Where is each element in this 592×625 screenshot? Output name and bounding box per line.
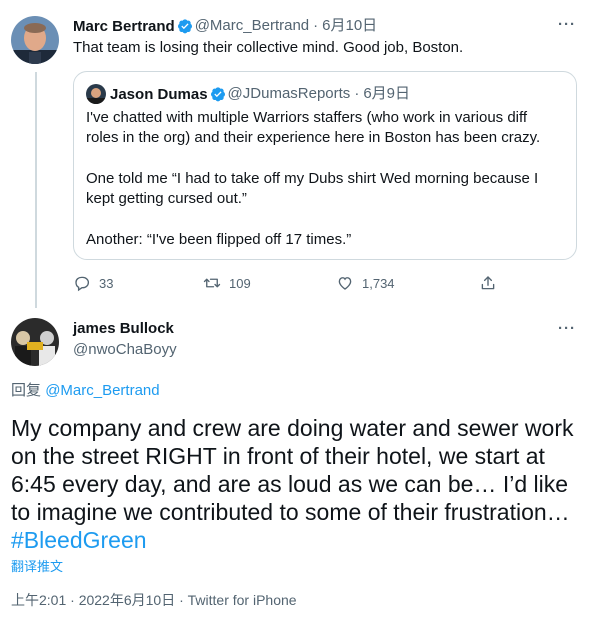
quote-date[interactable]: 6月9日 <box>363 84 410 104</box>
share-button[interactable] <box>479 274 497 292</box>
author-handle[interactable]: @Marc_Bertrand <box>195 16 309 36</box>
jason-dumas-avatar[interactable] <box>86 84 106 104</box>
reply-icon <box>75 276 90 292</box>
verified-badge-icon <box>210 86 226 102</box>
thread-connector-line <box>35 72 37 308</box>
reply-count: 33 <box>99 275 114 291</box>
tweet-date[interactable]: 6月10日 <box>322 16 377 36</box>
verified-badge-icon <box>177 18 193 34</box>
retweet-button[interactable]: 109 <box>203 274 251 292</box>
like-count: 1,734 <box>362 275 395 291</box>
translate-tweet-link[interactable]: 翻译推文 <box>11 556 63 575</box>
separator: · <box>313 17 319 34</box>
reply-context: 回复 @Marc_Bertrand <box>11 381 160 401</box>
more-icon[interactable]: ··· <box>558 16 576 33</box>
author-handle[interactable]: @nwoChaBoyy <box>73 340 177 360</box>
tweet2-text: My company and crew are doing water and … <box>11 414 583 554</box>
tweet1-text: That team is losing their collective min… <box>73 39 464 56</box>
more-icon[interactable]: ··· <box>558 320 576 337</box>
tweet-timestamp[interactable]: 上午2:01 · 2022年6月10日 · Twitter for iPhone <box>11 590 297 610</box>
retweet-count: 109 <box>229 275 251 291</box>
quote-paragraph-2: One told me “I had to take off my Dubs s… <box>86 170 539 207</box>
quote-paragraph-1: I've chatted with multiple Warriors staf… <box>86 109 541 146</box>
reply-prefix: 回复 <box>11 382 42 399</box>
separator: · <box>354 85 360 102</box>
like-button[interactable]: 1,734 <box>336 274 395 292</box>
tweet1-header: Marc Bertrand @Marc_Bertrand · 6月10日 <box>73 16 377 36</box>
quote-paragraph-3: Another: “I've been flipped off 17 times… <box>86 231 352 248</box>
like-icon <box>338 277 352 290</box>
reply-button[interactable]: 33 <box>73 274 113 292</box>
quote-author-handle[interactable]: @JDumasReports <box>228 84 351 104</box>
tweet2-body: My company and crew are doing water and … <box>11 415 574 525</box>
author-name[interactable]: james Bullock <box>73 320 174 337</box>
marc-bertrand-avatar[interactable] <box>11 16 59 64</box>
retweet-icon <box>203 278 221 288</box>
hashtag-link[interactable]: #BleedGreen <box>11 527 147 553</box>
james-bullock-avatar[interactable] <box>11 318 59 366</box>
quote-author-name[interactable]: Jason Dumas <box>110 86 208 103</box>
reply-to-link[interactable]: @Marc_Bertrand <box>45 382 159 399</box>
share-icon <box>481 276 495 290</box>
quote-header: Jason Dumas @JDumasReports · 6月9日 <box>110 84 410 104</box>
author-name[interactable]: Marc Bertrand <box>73 18 175 35</box>
